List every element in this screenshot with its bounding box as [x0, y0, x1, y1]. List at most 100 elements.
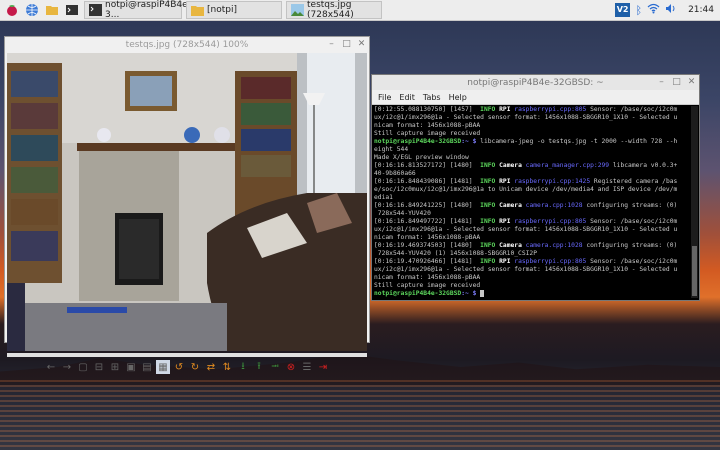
terminal-text: eight 544 — [374, 146, 409, 153]
terminal-text: Sensor: /base/soc/i2c0m — [586, 106, 678, 113]
task-terminal[interactable]: notpi@raspiP4B4e-3... — [84, 0, 191, 20]
close-icon[interactable]: ✕ — [357, 40, 366, 49]
terminal-output[interactable]: [0:12:55.088130750] [1457] INFO RPI rasp… — [374, 106, 689, 298]
terminal-icon — [89, 4, 102, 16]
next-icon[interactable]: → — [60, 360, 74, 374]
task-label: notpi@raspiP4B4e-3... — [105, 0, 191, 20]
vnc-icon[interactable]: V2 — [614, 3, 631, 17]
terminal-text: 728x544-YUV420 — [374, 210, 431, 217]
terminal-text: ux/i2c@1/imx296@1a - Selected sensor for… — [374, 114, 678, 121]
terminal-line: [0:16:16.849241225] [1480] INFO Camera c… — [374, 202, 689, 210]
terminal-text: e/soc/i2c0mux/i2c@1/imx296@1a to Unicam … — [374, 186, 678, 193]
open-file-icon[interactable]: ⭳ — [236, 360, 250, 374]
terminal-text: INFO — [480, 242, 496, 249]
terminal-text: raspberrypi.cpp:1425 — [514, 178, 591, 185]
task-label: [notpi] — [207, 5, 237, 15]
slideshow-icon[interactable]: ▢ — [76, 360, 90, 374]
task-file-manager[interactable]: [notpi] — [186, 1, 282, 19]
terminal-text: INFO — [480, 202, 496, 209]
terminal-line: Still capture image received — [374, 130, 689, 138]
terminal-text: raspberrypi.cpp:805 — [514, 258, 587, 265]
delete-icon[interactable]: ⊗ — [284, 360, 298, 374]
terminal-text — [480, 290, 484, 297]
terminal-line: [0:16:19.469374503] [1480] INFO Camera c… — [374, 242, 689, 250]
file-manager-icon[interactable] — [44, 2, 60, 18]
terminal-title: notpi@raspiP4B4e-32GBSD: ~ — [467, 77, 604, 88]
task-image-viewer[interactable]: testqs.jpg (728x544) — [286, 0, 382, 20]
terminal-text: 40-9b860a66 — [374, 170, 416, 177]
terminal-text: raspberrypi.cpp:805 — [514, 218, 587, 225]
previous-icon[interactable]: ← — [44, 360, 58, 374]
minimize-icon[interactable]: – — [327, 40, 336, 49]
terminal-text: [0:16:19.470926466] [1481] — [374, 258, 481, 265]
task-label: testqs.jpg (728x544) — [307, 0, 354, 20]
flip-horizontal-icon[interactable]: ⇄ — [204, 360, 218, 374]
zoom-out-icon[interactable]: ⊟ — [92, 360, 106, 374]
terminal-text: 728x544-YUV420 (1) 1456x1088-SBGGR10_CSI… — [374, 250, 538, 257]
wifi-icon[interactable] — [647, 3, 660, 17]
fit-window-icon[interactable]: ▣ — [124, 360, 138, 374]
save-as-icon[interactable]: ⭲ — [268, 360, 282, 374]
terminal-titlebar[interactable]: notpi@raspiP4B4e-32GBSD: ~ – □ ✕ — [372, 75, 699, 90]
fullscreen-icon[interactable]: ▦ — [156, 360, 170, 374]
terminal-text: nicam format: 1456x1088-pBAA — [374, 234, 481, 241]
terminal-text: ux/i2c@1/imx296@1a - Selected sensor for… — [374, 226, 678, 233]
terminal-text: configuring streams: (0) — [582, 202, 678, 209]
maximize-icon[interactable]: □ — [672, 78, 681, 87]
menu-file[interactable]: File — [378, 93, 391, 102]
photo-canvas[interactable] — [7, 53, 367, 351]
terminal-text: INFO — [480, 178, 496, 185]
terminal-launcher-icon[interactable] — [64, 2, 80, 18]
terminal-text: [0:16:16.813527172] [1480] — [374, 162, 481, 169]
terminal-text: [0:16:19.469374503] [1480] — [374, 242, 481, 249]
terminal-text: Camera — [499, 202, 522, 209]
terminal-line: 40-9b860a66 — [374, 170, 689, 178]
terminal-scroll-thumb[interactable] — [692, 246, 697, 296]
menu-edit[interactable]: Edit — [399, 93, 415, 102]
raspberry-menu-icon[interactable] — [4, 2, 20, 18]
rotate-left-icon[interactable]: ↺ — [172, 360, 186, 374]
quit-icon[interactable]: ⇥ — [316, 360, 330, 374]
terminal-text: raspberrypi.cpp:805 — [514, 106, 587, 113]
viewer-titlebar[interactable]: testqs.jpg (728x544) 100% – □ ✕ — [5, 37, 369, 53]
system-tray: V2 ᛒ 21:44 — [614, 2, 714, 18]
terminal-line: ux/i2c@1/imx296@1a - Selected sensor for… — [374, 266, 689, 274]
terminal-line: [0:16:16.848439086] [1481] INFO RPI rasp… — [374, 178, 689, 186]
bluetooth-icon[interactable]: ᛒ — [635, 4, 642, 17]
web-browser-icon[interactable] — [24, 2, 40, 18]
terminal-line: [0:16:16.813527172] [1480] INFO Camera c… — [374, 162, 689, 170]
terminal-line: e/soc/i2c0mux/i2c@1/imx296@1a to Unicam … — [374, 186, 689, 194]
rotate-right-icon[interactable]: ↻ — [188, 360, 202, 374]
terminal-text: camera.cpp:1028 — [525, 242, 583, 249]
zoom-in-icon[interactable]: ⊞ — [108, 360, 122, 374]
terminal-text: Made X/EGL preview window — [374, 154, 469, 161]
terminal-line: notpi@raspiP4B4e-32GBSD:~ $ libcamera-jp… — [374, 138, 689, 146]
terminal-text: INFO — [480, 106, 496, 113]
terminal-text: Camera — [499, 242, 522, 249]
terminal-line: Still capture image received — [374, 282, 689, 290]
original-size-icon[interactable]: ▤ — [140, 360, 154, 374]
terminal-text: Sensor: /base/soc/i2c0m — [586, 258, 678, 265]
flip-vertical-icon[interactable]: ⇅ — [220, 360, 234, 374]
volume-icon[interactable] — [665, 3, 677, 17]
terminal-text: camera.cpp:1028 — [525, 202, 583, 209]
terminal-line: [0:16:16.849497722] [1481] INFO RPI rasp… — [374, 218, 689, 226]
terminal-window: notpi@raspiP4B4e-32GBSD: ~ – □ ✕ File Ed… — [371, 74, 700, 301]
viewer-title: testqs.jpg (728x544) 100% — [125, 40, 249, 50]
save-file-icon[interactable]: ⭱ — [252, 360, 266, 374]
viewer-toolbar: ← → ▢ ⊟ ⊞ ▣ ▤ ▦ ↺ ↻ ⇄ ⇅ ⭳ ⭱ ⭲ ⊗ ☰ ⇥ — [5, 357, 369, 377]
terminal-text: :~ $ — [461, 138, 481, 145]
menu-tabs[interactable]: Tabs — [423, 93, 441, 102]
terminal-text: INFO — [480, 162, 496, 169]
terminal-line: edia1 — [374, 194, 689, 202]
terminal-text: camera_manager.cpp:299 — [525, 162, 610, 169]
close-icon[interactable]: ✕ — [687, 78, 696, 87]
preferences-icon[interactable]: ☰ — [300, 360, 314, 374]
image-icon — [291, 4, 304, 16]
menu-help[interactable]: Help — [449, 93, 467, 102]
terminal-line: nicam format: 1456x1088-pBAA — [374, 234, 689, 242]
clock[interactable]: 21:44 — [688, 5, 714, 15]
maximize-icon[interactable]: □ — [342, 40, 351, 49]
minimize-icon[interactable]: – — [657, 78, 666, 87]
terminal-scrollbar[interactable] — [691, 106, 698, 298]
